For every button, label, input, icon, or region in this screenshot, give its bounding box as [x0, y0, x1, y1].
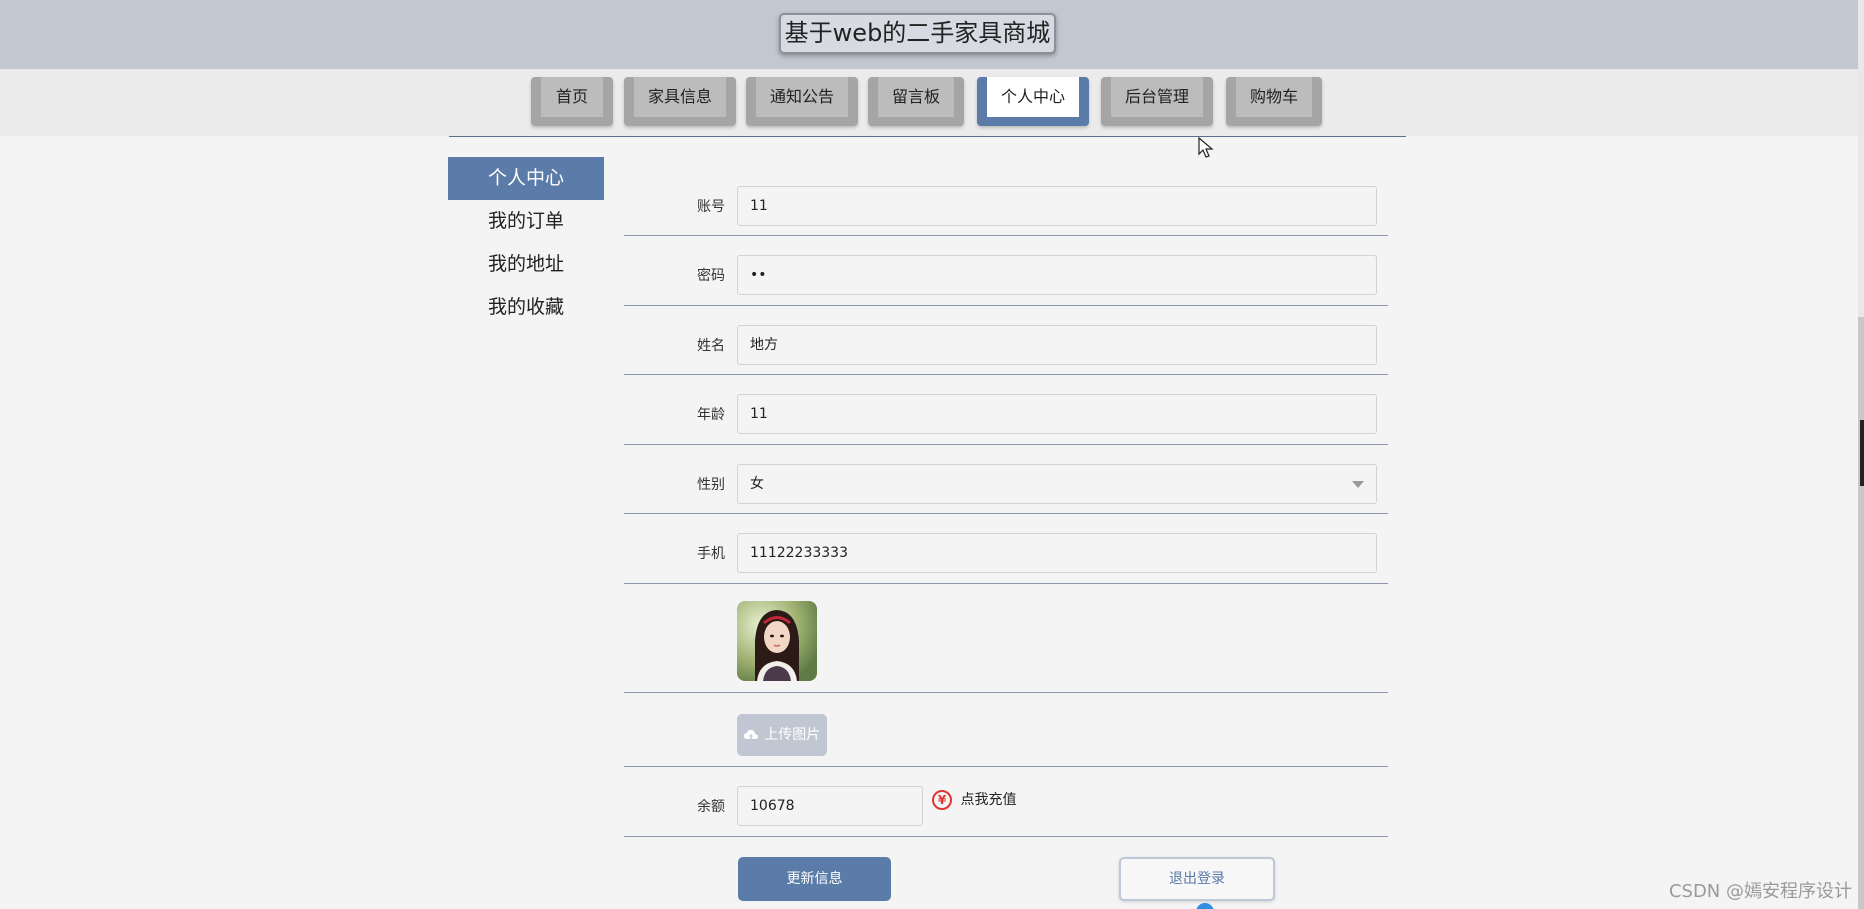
nav-item-label: 留言板 [878, 77, 954, 117]
site-header: 基于web的二手家具商城 [0, 0, 1864, 69]
nav-item-furniture[interactable]: 家具信息 [624, 77, 736, 126]
content-divider [449, 136, 1406, 137]
sidebar: 个人中心 我的订单 我的地址 我的收藏 [448, 157, 604, 329]
nav-item-label: 首页 [541, 77, 603, 117]
password-input[interactable]: •• [737, 255, 1377, 295]
cloud-upload-icon [743, 729, 758, 739]
form-row-name: 姓名 地方 [624, 306, 1388, 375]
form-row-upload: 上传图片 [624, 693, 1388, 767]
account-label: 账号 [697, 199, 725, 215]
name-input[interactable]: 地方 [737, 325, 1377, 365]
gender-selected-value: 女 [750, 476, 764, 492]
sidebar-item-my-orders[interactable]: 我的订单 [448, 200, 604, 243]
nav-item-label: 通知公告 [756, 77, 848, 117]
form-row-password: 密码 •• [624, 236, 1388, 306]
balance-label: 余额 [697, 799, 725, 815]
avatar-image [737, 601, 817, 681]
form-row-account: 账号 11 [624, 157, 1388, 236]
name-label: 姓名 [697, 338, 725, 354]
sidebar-item-personal-center[interactable]: 个人中心 [448, 157, 604, 200]
nav-item-admin[interactable]: 后台管理 [1101, 77, 1213, 126]
form-row-balance: 余额 10678 ¥ 点我充值 [624, 767, 1388, 837]
gender-select[interactable]: 女 [737, 464, 1377, 504]
gender-label: 性别 [697, 477, 725, 493]
nav-item-label: 个人中心 [987, 77, 1079, 117]
balance-input[interactable]: 10678 [737, 786, 923, 826]
age-input[interactable]: 11 [737, 394, 1377, 434]
logout-button[interactable]: 退出登录 [1119, 857, 1275, 901]
form-row-avatar [624, 584, 1388, 693]
form-row-gender: 性别 女 [624, 445, 1388, 514]
mouse-cursor-icon [1198, 137, 1214, 158]
nav-item-personal-center[interactable]: 个人中心 [977, 77, 1089, 126]
password-label: 密码 [697, 268, 725, 284]
phone-label: 手机 [697, 546, 725, 562]
nav-item-message-board[interactable]: 留言板 [868, 77, 964, 126]
upload-image-button[interactable]: 上传图片 [737, 714, 827, 756]
chevron-down-icon [1352, 481, 1364, 488]
update-info-button[interactable]: 更新信息 [738, 857, 891, 901]
recharge-label: 点我充值 [960, 792, 1017, 808]
nav-item-label: 购物车 [1236, 77, 1312, 117]
phone-input[interactable]: 11122233333 [737, 533, 1377, 573]
sidebar-item-my-favorites[interactable]: 我的收藏 [448, 286, 604, 329]
scrollbar-marker [1860, 420, 1864, 486]
sidebar-item-my-address[interactable]: 我的地址 [448, 243, 604, 286]
scrollbar-thumb[interactable] [1858, 317, 1864, 909]
recharge-link[interactable]: ¥ 点我充值 [932, 788, 1016, 812]
form-row-age: 年龄 11 [624, 375, 1388, 445]
floating-indicator [1196, 903, 1214, 909]
nav-item-label: 家具信息 [634, 77, 726, 117]
upload-image-label: 上传图片 [764, 727, 821, 743]
age-label: 年龄 [697, 407, 725, 423]
site-title: 基于web的二手家具商城 [779, 13, 1056, 54]
nav-item-cart[interactable]: 购物车 [1226, 77, 1322, 126]
yen-icon: ¥ [932, 790, 952, 810]
account-input[interactable]: 11 [737, 186, 1377, 226]
nav-item-label: 后台管理 [1111, 77, 1203, 117]
form-row-phone: 手机 11122233333 [624, 514, 1388, 584]
nav-item-home[interactable]: 首页 [531, 77, 613, 126]
nav-item-notices[interactable]: 通知公告 [746, 77, 858, 126]
watermark: CSDN @嫣安程序设计 [1668, 881, 1852, 902]
